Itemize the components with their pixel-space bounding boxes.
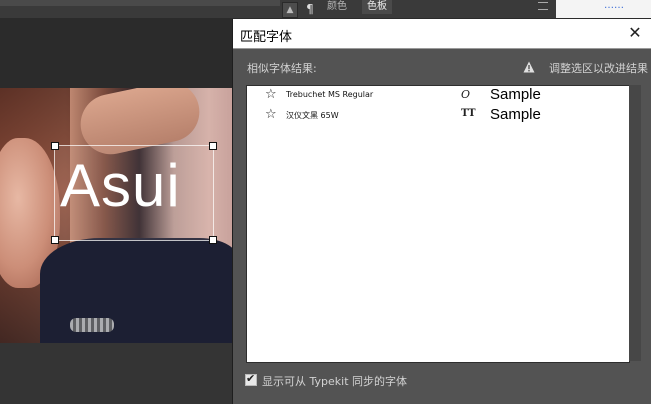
selection-handle[interactable] <box>51 142 59 150</box>
typekit-sync-checkbox[interactable]: ✔ <box>245 372 257 386</box>
font-sample: Sample <box>490 86 541 103</box>
dialog-titlebar[interactable]: 匹配字体 ✕ <box>233 19 651 49</box>
close-icon[interactable]: ✕ <box>626 24 644 42</box>
font-row[interactable]: ☆ Trebuchet MS Regular O Sample <box>247 86 629 106</box>
font-sample: Sample <box>490 106 541 123</box>
font-results-list[interactable]: ☆ Trebuchet MS Regular O Sample ☆ 汉仪文黑 6… <box>246 85 630 363</box>
tab-swatches[interactable]: 色板 <box>362 0 392 14</box>
panel-menu-icon[interactable] <box>538 2 548 10</box>
dialog-title: 匹配字体 <box>240 30 293 45</box>
adjust-selection-hint[interactable]: 调整选区以改进结果 <box>549 60 648 76</box>
typekit-sync-label: 显示可从 Typekit 同步的字体 <box>262 375 407 388</box>
match-font-dialog: 匹配字体 ✕ 相似字体结果: 调整选区以改进结果 ☆ Trebuchet MS … <box>232 19 651 404</box>
similar-fonts-label: 相似字体结果: <box>247 62 317 75</box>
selection-handle[interactable] <box>209 142 217 150</box>
font-name: 汉仪文黑 65W <box>286 111 339 120</box>
photo-shirt <box>40 238 232 343</box>
truetype-icon: TT <box>461 108 476 119</box>
panel-toggle-icon[interactable]: ¶ <box>302 1 318 17</box>
selection-handle[interactable] <box>209 236 217 244</box>
workspace-bottom-area <box>0 343 232 404</box>
document-tab-strip <box>0 0 280 6</box>
favorite-star-icon[interactable]: ☆ <box>265 108 277 122</box>
workspace-top-bar: ▲ ¶ 颜色 色板 …… <box>0 0 651 18</box>
canvas-text: Asui <box>60 152 181 219</box>
external-window-strip: …… <box>556 0 651 18</box>
tab-color[interactable]: 颜色 <box>322 0 352 14</box>
warning-icon <box>523 61 535 73</box>
opentype-icon: O <box>461 88 471 101</box>
collapse-icon[interactable]: ▲ <box>282 2 298 18</box>
checkmark-icon: ✔ <box>246 372 256 385</box>
list-scrollbar[interactable] <box>629 85 641 361</box>
selection-handle[interactable] <box>51 236 59 244</box>
external-window-text: …… <box>604 0 624 11</box>
document-canvas[interactable]: Asui <box>0 88 232 343</box>
photo-jewelry <box>70 318 114 332</box>
font-row[interactable]: ☆ 汉仪文黑 65W TT Sample <box>247 106 629 126</box>
favorite-star-icon[interactable]: ☆ <box>265 88 277 102</box>
font-name: Trebuchet MS Regular <box>286 90 374 99</box>
